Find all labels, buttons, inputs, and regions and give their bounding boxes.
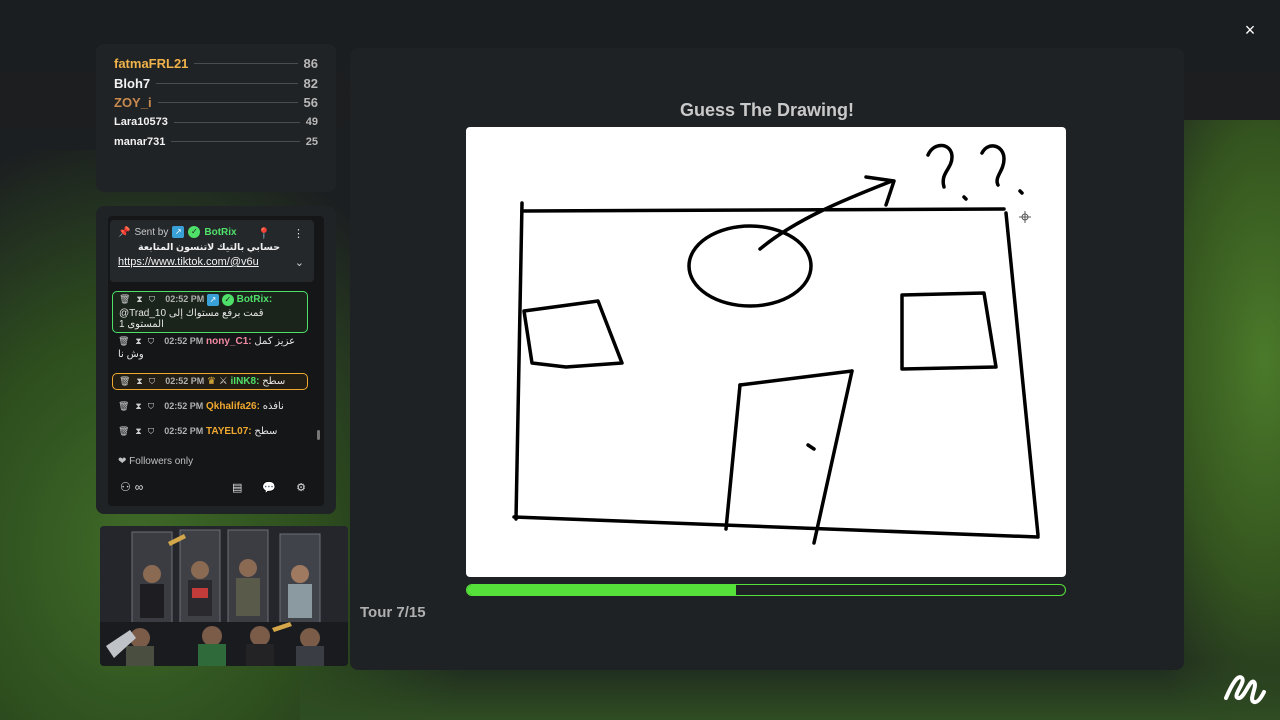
mod-tools-icon[interactable]: 🗑⧗⛉	[119, 376, 161, 386]
chat-message: 🗑⧗⛉ 02:52 PM TAYEL07: سطح	[112, 424, 308, 439]
pinned-link[interactable]: https://www.tiktok.com/@v6u	[118, 256, 306, 268]
users-icon[interactable]: ⚇	[120, 480, 131, 494]
chat-message: 🗑⧗⛉ 02:52 PM nony_C1: عزيز كمل وش نا	[112, 334, 308, 362]
more-icon[interactable]: ⋮	[293, 227, 304, 240]
message-time: 02:52 PM	[164, 426, 204, 436]
message-text: سطح	[262, 376, 286, 387]
message-text: @Trad_10 قمت برفع مستواك إلى المستوى 1	[119, 308, 264, 330]
chat-toolbar: ⚇ ∞ ▤ 💬 ⚙	[120, 480, 306, 494]
player-name: ZOY_i	[114, 95, 152, 111]
divider	[173, 121, 300, 123]
player-score: 49	[305, 116, 318, 129]
divider	[171, 141, 300, 143]
verified-icon: ✓	[188, 226, 201, 238]
chat-scrollbar[interactable]	[317, 430, 320, 440]
message-time: 02:52 PM	[165, 376, 205, 386]
chat-icon[interactable]: 💬	[262, 481, 276, 494]
gear-icon[interactable]: ⚙	[296, 481, 306, 494]
player-score: 25	[305, 135, 318, 148]
chat-toolbar-actions: ▤ 💬 ⚙	[232, 481, 306, 494]
chat-message: 🗑⧗⛉ 02:52 PM Qkhalifa26: نافذه	[112, 399, 308, 414]
player-score: 82	[303, 75, 318, 91]
message-text: عزيز كمل	[254, 336, 296, 347]
infinity-icon[interactable]: ∞	[135, 480, 144, 494]
verified-icon: ✓	[221, 294, 234, 306]
message-user[interactable]: nony_C1:	[206, 336, 252, 347]
leaderboard-row: Lara10573 49	[114, 113, 318, 133]
followers-only-label: Followers only	[129, 456, 194, 467]
message-time: 02:52 PM	[165, 294, 205, 304]
pinned-actions: 📍 ⋮	[257, 227, 304, 240]
chat-panel: 📌 Sent by ↗ ✓ BotRix 📍 ⋮ حسابي بالتيك لا…	[96, 206, 336, 514]
pinned-text: حسابي بالتيك لاتنسون المتابعة	[138, 242, 281, 253]
game-panel: Guess The Drawing! Tour 7/15	[350, 48, 1184, 670]
leaderboard: fatmaFRL21 86 Bloh7 82 ZOY_i 56 Lara1057…	[96, 44, 336, 192]
message-text-cont: وش نا	[118, 349, 144, 360]
round-timer-fill	[467, 585, 737, 595]
message-user[interactable]: BotRix:	[237, 294, 273, 305]
promo-artwork	[100, 526, 348, 666]
message-user[interactable]: TAYEL07:	[206, 426, 252, 437]
round-timer-bar	[466, 584, 1066, 596]
bot-badge-icon: ↗	[172, 226, 185, 238]
close-icon[interactable]: ×	[1240, 20, 1260, 40]
message-user[interactable]: iINK8:	[231, 376, 260, 387]
mod-tools-icon[interactable]: 🗑⧗⛉	[119, 294, 161, 304]
chat-message: 🗑⧗⛉ 02:52 PM ↗ ✓ BotRix: @Trad_10 قمت برف…	[112, 291, 308, 333]
drawing	[512, 143, 1040, 545]
divider	[156, 82, 298, 84]
chat-window: 📌 Sent by ↗ ✓ BotRix 📍 ⋮ حسابي بالتيك لا…	[108, 216, 324, 506]
unpin-icon[interactable]: 📍	[257, 227, 271, 240]
followers-only-notice: ❤ Followers only	[118, 456, 193, 467]
pin-icon: 📌	[118, 226, 131, 238]
player-score: 86	[303, 56, 318, 72]
mod-tools-icon[interactable]: 🗑⧗⛉	[118, 426, 160, 436]
message-text: سطح	[254, 426, 278, 437]
chat-message: 🗑⧗⛉ 02:52 PM ♛ ⚔ iINK8: سطح	[112, 373, 308, 390]
divider	[157, 102, 298, 104]
round-counter: Tour 7/15	[360, 604, 426, 621]
mod-tools-icon[interactable]: 🗑⧗⛉	[118, 401, 160, 411]
heart-icon: ❤	[118, 456, 127, 467]
message-text: نافذه	[262, 401, 284, 412]
message-time: 02:52 PM	[164, 336, 204, 346]
message-user[interactable]: Qkhalifa26:	[206, 401, 260, 412]
message-time: 02:52 PM	[164, 401, 204, 411]
brand-logo-icon[interactable]	[1222, 668, 1266, 708]
player-name: Bloh7	[114, 75, 151, 91]
game-title: Guess The Drawing!	[679, 100, 855, 120]
promo-image	[100, 526, 348, 666]
bot-badge-icon: ↗	[207, 294, 220, 306]
sword-icon: ⚔	[218, 376, 228, 387]
leaderboard-row: manar731 25	[114, 132, 318, 152]
player-name: Lara10573	[114, 116, 168, 129]
pinned-sender: BotRix	[204, 226, 237, 238]
sent-by-label: Sent by	[134, 226, 169, 238]
leaderboard-row: fatmaFRL21 86	[114, 54, 318, 74]
leaderboard-row: Bloh7 82	[114, 74, 318, 94]
drawing-canvas[interactable]	[466, 127, 1066, 577]
chevron-down-icon[interactable]: ⌄	[295, 256, 304, 269]
crown-icon: ♛	[207, 376, 216, 387]
list-icon[interactable]: ▤	[232, 481, 242, 494]
player-name: fatmaFRL21	[114, 56, 189, 72]
mod-tools-icon[interactable]: 🗑⧗⛉	[118, 336, 160, 346]
pinned-message[interactable]: 📌 Sent by ↗ ✓ BotRix 📍 ⋮ حسابي بالتيك لا…	[110, 220, 314, 282]
divider	[194, 63, 298, 65]
leaderboard-row: ZOY_i 56	[114, 93, 318, 113]
player-score: 56	[303, 95, 318, 111]
player-name: manar731	[114, 135, 166, 148]
